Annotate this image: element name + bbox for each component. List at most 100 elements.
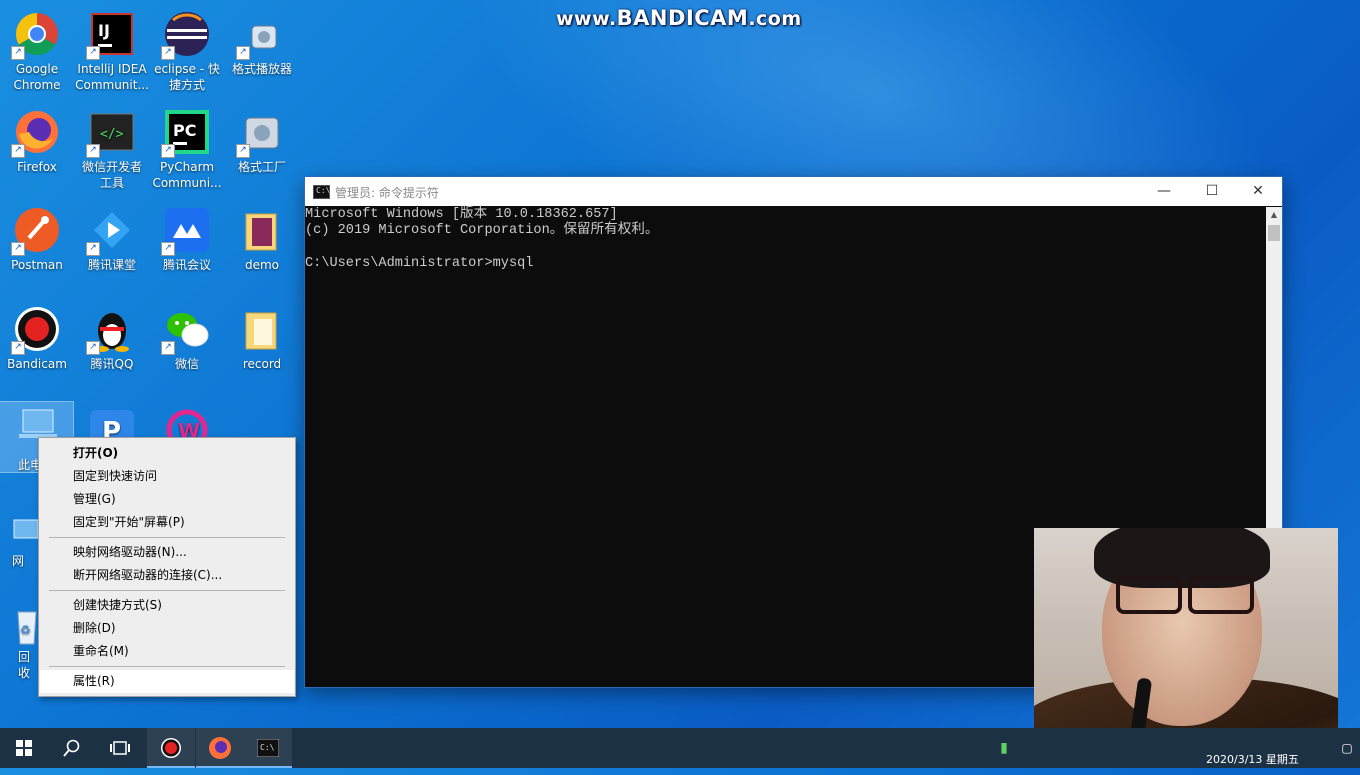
wechat-devtools-icon: </> ↗ bbox=[86, 108, 136, 158]
desktop-icon-intellij[interactable]: IJ ↗ IntelliJ IDEA Communit... bbox=[75, 2, 149, 94]
desktop-icon-wechat-devtools[interactable]: </> ↗ 微信开发者 工具 bbox=[75, 100, 149, 192]
desktop-icon-label: PyCharm Communi... bbox=[152, 160, 222, 190]
windows-icon bbox=[16, 740, 32, 756]
cmd-title: 管理员: 命令提示符 bbox=[335, 186, 439, 200]
bandicam-watermark: www.BANDICAM.com bbox=[556, 6, 802, 30]
minimize-button[interactable]: — bbox=[1141, 177, 1187, 206]
desktop-icon-network[interactable]: 网 bbox=[0, 500, 39, 592]
tencent-classroom-icon: ↗ bbox=[86, 206, 136, 256]
recycle-bin-icon: ♻ bbox=[0, 604, 38, 652]
svg-text:PC: PC bbox=[173, 121, 196, 140]
menu-item-delete[interactable]: 删除(D) bbox=[40, 617, 294, 640]
wechat-icon: ↗ bbox=[161, 305, 211, 355]
desktop-icon-label: 格式工厂 bbox=[237, 160, 286, 174]
desktop-icon-tencent-classroom[interactable]: ↗ 腾讯课堂 bbox=[75, 198, 149, 290]
menu-item-map-drive[interactable]: 映射网络驱动器(N)... bbox=[40, 541, 294, 564]
media-player-icon: ↗ bbox=[236, 10, 286, 60]
desktop-icon-label: 回收 bbox=[18, 650, 31, 680]
search-icon bbox=[63, 739, 80, 757]
desktop-icon-label: record bbox=[242, 357, 282, 371]
context-menu: 打开(O) 固定到快速访问 管理(G) 固定到"开始"屏幕(P) 映射网络驱动器… bbox=[38, 437, 296, 697]
taskbar-bandicam[interactable] bbox=[147, 728, 195, 768]
desktop-icon-label: Firefox bbox=[17, 160, 57, 174]
taskbar-clock[interactable]: 2020/3/13 星期五 bbox=[1206, 751, 1299, 767]
menu-item-create-shortcut[interactable]: 创建快捷方式(S) bbox=[40, 594, 294, 617]
console-line: (c) 2019 Microsoft Corporation。保留所有权利。 bbox=[305, 223, 659, 239]
cmd-titlebar[interactable]: C:\ 管理员: 命令提示符 — ☐ ✕ bbox=[305, 177, 1282, 206]
desktop-icon-label: IntelliJ IDEA Communit... bbox=[75, 62, 149, 92]
menu-item-rename[interactable]: 重命名(M) bbox=[40, 640, 294, 663]
eclipse-icon: ↗ bbox=[161, 10, 211, 60]
desktop-icon-demo[interactable]: demo bbox=[225, 198, 299, 290]
taskbar-cmd[interactable]: C:\ bbox=[244, 728, 292, 768]
webcam-overlay bbox=[1034, 528, 1338, 756]
menu-item-disconnect-drive[interactable]: 断开网络驱动器的连接(C)... bbox=[40, 564, 294, 587]
desktop-icon-wechat[interactable]: ↗ 微信 bbox=[150, 297, 224, 389]
notification-icon[interactable]: ▢ bbox=[1334, 728, 1360, 768]
desktop-icon-label: 腾讯课堂 bbox=[87, 258, 136, 272]
bandicam-icon bbox=[161, 738, 181, 758]
desktop-icon-label: Postman bbox=[11, 258, 63, 272]
desktop-icon-recycle-bin[interactable]: ♻ 回收 bbox=[0, 596, 38, 688]
svg-text:IJ: IJ bbox=[98, 21, 110, 40]
desktop-icon-postman[interactable]: ↗ Postman bbox=[0, 198, 74, 290]
desktop-icon-record[interactable]: record bbox=[225, 297, 299, 389]
desktop-icon-format-factory[interactable]: ↗ 格式工厂 bbox=[225, 100, 299, 192]
pycharm-icon: PC ↗ bbox=[161, 108, 211, 158]
intellij-icon: IJ ↗ bbox=[86, 10, 136, 60]
svg-text:♻: ♻ bbox=[20, 623, 31, 637]
console-line: C:\Users\Administrator>mysql bbox=[305, 256, 534, 272]
desktop-icon-label: Google Chrome bbox=[13, 62, 61, 92]
menu-separator bbox=[49, 666, 285, 667]
folder-icon bbox=[238, 305, 286, 353]
webcam-person-glasses bbox=[1116, 576, 1256, 614]
desktop-icon-label: 微信开发者 工具 bbox=[81, 160, 142, 190]
desktop-icon-media-player[interactable]: ↗ 格式播放器 bbox=[225, 2, 299, 94]
menu-separator bbox=[49, 590, 285, 591]
menu-item-manage[interactable]: 管理(G) bbox=[40, 488, 294, 511]
desktop-icon-tencent-meeting[interactable]: ↗ 腾讯会议 bbox=[150, 198, 224, 290]
firefox-icon bbox=[209, 737, 231, 759]
menu-item-pin-quick-access[interactable]: 固定到快速访问 bbox=[40, 465, 294, 488]
battery-icon[interactable]: ▮ bbox=[984, 728, 1024, 768]
network-icon bbox=[0, 508, 39, 556]
scroll-thumb[interactable] bbox=[1268, 225, 1280, 241]
qq-icon: ↗ bbox=[86, 305, 136, 355]
desktop-icon-chrome[interactable]: ↗ Google Chrome bbox=[0, 2, 74, 94]
postman-icon: ↗ bbox=[11, 206, 61, 256]
desktop-icon-label: eclipse - 快 捷方式 bbox=[154, 62, 220, 92]
menu-item-open[interactable]: 打开(O) bbox=[40, 442, 294, 465]
desktop-icon-qq[interactable]: ↗ 腾讯QQ bbox=[75, 297, 149, 389]
desktop-icon-label: 格式播放器 bbox=[231, 62, 292, 76]
desktop-icon-firefox[interactable]: ↗ Firefox bbox=[0, 100, 74, 192]
desktop-icon-label: 腾讯QQ bbox=[90, 357, 134, 371]
bandicam-icon: ↗ bbox=[11, 305, 61, 355]
menu-item-properties[interactable]: 属性(R) bbox=[40, 670, 294, 693]
desktop-icon-label: 微信 bbox=[174, 357, 199, 371]
close-button[interactable]: ✕ bbox=[1235, 177, 1281, 206]
desktop-icon-pycharm[interactable]: PC ↗ PyCharm Communi... bbox=[150, 100, 224, 192]
format-factory-icon: ↗ bbox=[236, 108, 286, 158]
svg-text:</>: </> bbox=[100, 127, 124, 142]
start-button[interactable] bbox=[0, 728, 48, 768]
svg-text:C:\: C:\ bbox=[260, 743, 275, 752]
task-view-button[interactable] bbox=[96, 728, 144, 768]
desktop-icon-label: demo bbox=[244, 258, 280, 272]
desktop-icon-eclipse[interactable]: ↗ eclipse - 快 捷方式 bbox=[150, 2, 224, 94]
folder-icon bbox=[238, 206, 286, 254]
firefox-icon: ↗ bbox=[11, 108, 61, 158]
scroll-up-icon[interactable]: ▲ bbox=[1266, 207, 1282, 223]
desktop-icon-label: 腾讯会议 bbox=[162, 258, 211, 272]
menu-separator bbox=[49, 537, 285, 538]
cmd-icon: C:\ bbox=[313, 185, 330, 199]
search-button[interactable] bbox=[48, 728, 96, 768]
console-line: Microsoft Windows [版本 10.0.18362.657] bbox=[305, 207, 618, 222]
maximize-button[interactable]: ☐ bbox=[1189, 177, 1235, 206]
desktop-icon-bandicam[interactable]: ↗ Bandicam bbox=[0, 297, 74, 389]
taskbar-firefox[interactable] bbox=[196, 728, 244, 768]
menu-item-pin-start[interactable]: 固定到"开始"屏幕(P) bbox=[40, 511, 294, 534]
task-view-icon bbox=[110, 741, 130, 755]
desktop-icon-label: Bandicam bbox=[7, 357, 67, 371]
tencent-meeting-icon: ↗ bbox=[161, 206, 211, 256]
